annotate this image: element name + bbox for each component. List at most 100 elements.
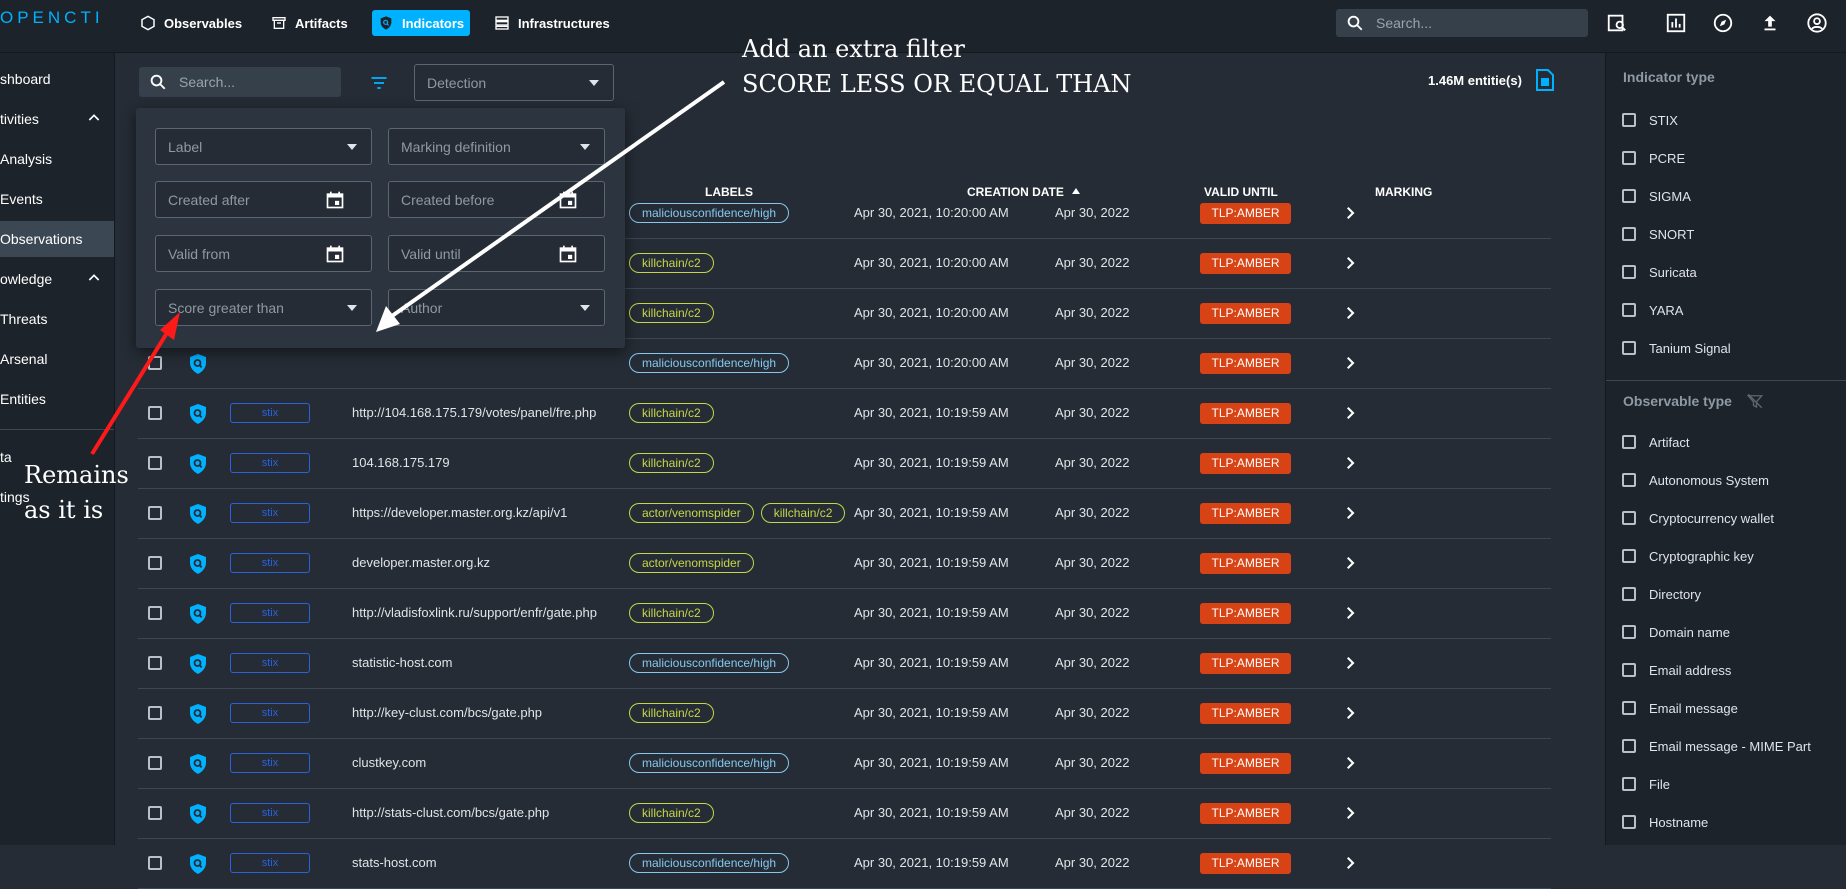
nav-observables[interactable]: Observables — [134, 10, 248, 36]
calendar-icon[interactable] — [558, 190, 578, 210]
label-tag[interactable]: maliciousconfidence/high — [629, 853, 790, 873]
global-search-input[interactable] — [1374, 14, 1578, 32]
checkbox[interactable] — [1622, 739, 1636, 753]
chevron-right-icon[interactable] — [1341, 554, 1359, 572]
checkbox[interactable] — [1622, 473, 1636, 487]
observable-type-option[interactable]: Hostname — [1622, 812, 1708, 832]
row-checkbox[interactable] — [148, 406, 162, 420]
author-filter[interactable]: Author — [388, 289, 605, 326]
nav-infrastructures[interactable]: Infrastructures — [488, 10, 616, 36]
checkbox[interactable] — [1622, 113, 1636, 127]
label-tag[interactable]: maliciousconfidence/high — [629, 203, 790, 223]
label-tag[interactable]: killchain/c2 — [629, 703, 714, 723]
checkbox[interactable] — [1622, 511, 1636, 525]
filter-off-icon[interactable] — [1746, 392, 1764, 410]
indicator-type-option[interactable]: Tanium Signal — [1622, 338, 1731, 358]
observable-type-option[interactable]: Email message — [1622, 698, 1738, 718]
left-nav-observations[interactable]: Observations — [0, 221, 114, 257]
indicator-type-option[interactable]: SIGMA — [1622, 186, 1691, 206]
observable-type-option[interactable]: Domain name — [1622, 622, 1730, 642]
observable-type-option[interactable]: Email message - MIME Part — [1622, 736, 1811, 756]
row-checkbox[interactable] — [148, 606, 162, 620]
row-checkbox[interactable] — [148, 706, 162, 720]
label-tag[interactable]: maliciousconfidence/high — [629, 353, 790, 373]
left-nav-arsenal[interactable]: Arsenal — [0, 341, 114, 377]
chevron-right-icon[interactable] — [1341, 204, 1359, 222]
row-checkbox[interactable] — [148, 456, 162, 470]
label-tag[interactable]: killchain/c2 — [629, 403, 714, 423]
table-row[interactable]: stix http://key-clust.com/bcs/gate.php kil… — [138, 689, 1551, 739]
left-nav-knowledge[interactable]: owledge — [0, 261, 114, 297]
calendar-icon[interactable] — [558, 244, 578, 264]
nav-indicators[interactable]: Indicators — [372, 10, 471, 36]
table-row[interactable]: stix 104.168.175.179 killchain/c2 Apr 30, 2… — [138, 439, 1551, 489]
checkbox[interactable] — [1622, 227, 1636, 241]
row-checkbox[interactable] — [148, 756, 162, 770]
row-checkbox[interactable] — [148, 806, 162, 820]
chevron-right-icon[interactable] — [1341, 604, 1359, 622]
checkbox[interactable] — [1622, 701, 1636, 715]
search-results-icon[interactable] — [1606, 12, 1628, 34]
label-tag[interactable]: killchain/c2 — [629, 603, 714, 623]
table-row[interactable]: stix http://vladisfoxlink.ru/support/enfr… — [138, 589, 1551, 639]
table-row[interactable]: stix clustkey.com maliciousconfidence/high… — [138, 739, 1551, 789]
row-checkbox[interactable] — [148, 656, 162, 670]
observable-type-option[interactable]: Cryptocurrency wallet — [1622, 508, 1774, 528]
account-icon[interactable] — [1806, 12, 1828, 34]
label-tag[interactable]: killchain/c2 — [629, 803, 714, 823]
checkbox[interactable] — [1622, 303, 1636, 317]
detection-select[interactable]: Detection — [414, 64, 614, 101]
observable-type-option[interactable]: Artifact — [1622, 432, 1689, 452]
checkbox[interactable] — [1622, 341, 1636, 355]
table-row[interactable]: stix https://developer.master.org.kz/api/… — [138, 489, 1551, 539]
checkbox[interactable] — [1622, 777, 1636, 791]
label-tag[interactable]: actor/venomspider — [629, 503, 754, 523]
checkbox[interactable] — [1622, 663, 1636, 677]
chevron-right-icon[interactable] — [1341, 504, 1359, 522]
checkbox[interactable] — [1622, 587, 1636, 601]
app-logo[interactable]: OPENCTI — [0, 8, 104, 28]
checkbox[interactable] — [1622, 189, 1636, 203]
created-before-filter[interactable]: Created before — [388, 181, 605, 218]
left-nav-threats[interactable]: Threats — [0, 301, 114, 337]
observable-type-option[interactable]: Cryptographic key — [1622, 546, 1754, 566]
checkbox[interactable] — [1622, 265, 1636, 279]
indicator-type-option[interactable]: YARA — [1622, 300, 1683, 320]
table-row[interactable]: stix stats-host.com maliciousconfidence/hi… — [138, 839, 1551, 889]
table-row[interactable]: stix developer.master.org.kz actor/venomsp… — [138, 539, 1551, 589]
table-row[interactable]: stix http://stats-clust.com/bcs/gate.php k… — [138, 789, 1551, 839]
observable-type-option[interactable]: Autonomous System — [1622, 470, 1769, 490]
row-checkbox[interactable] — [148, 556, 162, 570]
chevron-right-icon[interactable] — [1341, 354, 1359, 372]
filter-icon[interactable] — [369, 73, 389, 93]
indicator-search-input[interactable] — [177, 73, 331, 91]
chevron-right-icon[interactable] — [1341, 654, 1359, 672]
score-filter[interactable]: Score greater than — [155, 289, 372, 326]
created-after-filter[interactable]: Created after — [155, 181, 372, 218]
checkbox[interactable] — [1622, 549, 1636, 563]
chevron-right-icon[interactable] — [1341, 854, 1359, 872]
indicator-type-option[interactable]: STIX — [1622, 110, 1678, 130]
global-search[interactable] — [1336, 9, 1588, 37]
label-tag[interactable]: killchain/c2 — [629, 303, 714, 323]
observable-type-option[interactable]: File — [1622, 774, 1670, 794]
indicator-type-option[interactable]: SNORT — [1622, 224, 1694, 244]
left-nav-activities[interactable]: tivities — [0, 101, 114, 137]
row-checkbox[interactable] — [148, 356, 162, 370]
checkbox[interactable] — [1622, 151, 1636, 165]
left-nav-entities[interactable]: Entities — [0, 381, 114, 417]
checkbox[interactable] — [1622, 815, 1636, 829]
label-tag[interactable]: killchain/c2 — [629, 253, 714, 273]
indicator-type-option[interactable]: PCRE — [1622, 148, 1685, 168]
label-tag[interactable]: killchain/c2 — [760, 503, 846, 523]
chevron-right-icon[interactable] — [1341, 454, 1359, 472]
nav-artifacts[interactable]: Artifacts — [265, 10, 354, 36]
observable-type-option[interactable]: Email address — [1622, 660, 1731, 680]
chevron-right-icon[interactable] — [1341, 304, 1359, 322]
label-tag[interactable]: actor/venomspider — [629, 553, 754, 573]
checkbox[interactable] — [1622, 435, 1636, 449]
marking-filter[interactable]: Marking definition — [388, 128, 605, 165]
indicator-search[interactable] — [139, 67, 341, 97]
chevron-right-icon[interactable] — [1341, 254, 1359, 272]
calendar-icon[interactable] — [325, 244, 345, 264]
